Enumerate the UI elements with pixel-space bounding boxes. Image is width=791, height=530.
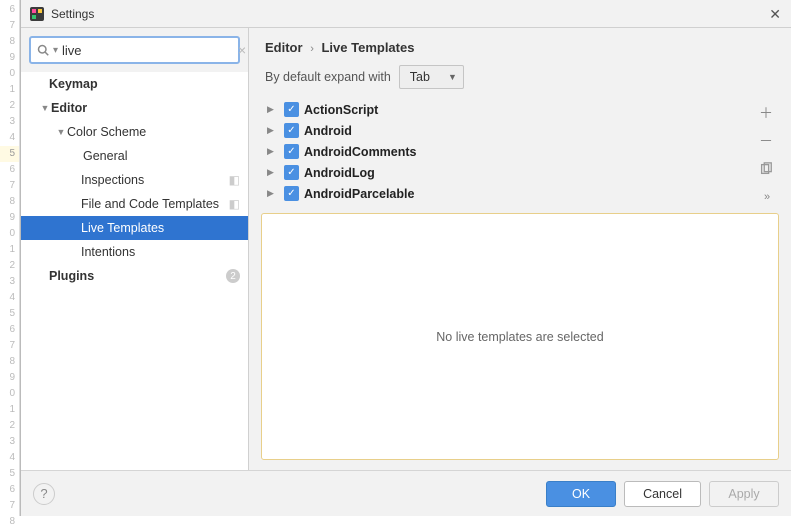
chevron-right-icon: ▶ <box>267 188 279 199</box>
expand-with-row: By default expand with Tab ▼ <box>249 61 791 99</box>
tree-item-general[interactable]: General <box>21 144 248 168</box>
search-icon <box>37 44 49 56</box>
breadcrumb-part: Live Templates <box>321 40 414 55</box>
project-level-icon: ◧ <box>229 197 240 211</box>
chevron-down-icon: ▼ <box>55 127 67 137</box>
template-group-row[interactable]: ▶ ✓ AndroidComments <box>261 141 753 162</box>
tree-item-color-scheme[interactable]: ▼Color Scheme <box>21 120 248 144</box>
copy-icon[interactable] <box>756 159 776 179</box>
chevron-down-icon: ▼ <box>448 72 457 82</box>
add-icon[interactable]: ＋ <box>756 103 776 123</box>
template-group-row[interactable]: ▶ ✓ ActionScript <box>261 99 753 120</box>
clear-search-icon[interactable]: × <box>238 42 246 58</box>
expand-with-label: By default expand with <box>265 70 391 84</box>
template-group-row[interactable]: ▶ ✓ AndroidLog <box>261 162 753 183</box>
breadcrumb-part[interactable]: Editor <box>265 40 303 55</box>
project-level-icon: ◧ <box>229 173 240 187</box>
tree-item-editor[interactable]: ▼Editor <box>21 96 248 120</box>
ok-button[interactable]: OK <box>546 481 616 507</box>
side-toolbar: ＋ － » <box>753 99 779 207</box>
breadcrumb: Editor › Live Templates <box>249 28 791 61</box>
settings-dialog: Settings ✕ ▾ × Keymap ▼Editor ▼Color Sch… <box>20 0 791 516</box>
close-icon[interactable]: ✕ <box>769 6 781 23</box>
expand-icon[interactable]: » <box>756 187 776 207</box>
group-checkbox[interactable]: ✓ <box>284 144 299 159</box>
group-name: ActionScript <box>304 103 378 117</box>
template-preview: No live templates are selected <box>261 213 779 460</box>
cancel-button[interactable]: Cancel <box>624 481 701 507</box>
plugins-update-badge: 2 <box>226 269 240 283</box>
titlebar: Settings ✕ <box>21 0 791 28</box>
chevron-right-icon: ▶ <box>267 125 279 136</box>
tree-item-intentions[interactable]: Intentions <box>21 240 248 264</box>
group-checkbox[interactable]: ✓ <box>284 186 299 201</box>
expand-with-combo[interactable]: Tab ▼ <box>399 65 464 89</box>
help-icon[interactable]: ? <box>33 483 55 505</box>
chevron-right-icon: ▶ <box>267 167 279 178</box>
content-panel: Editor › Live Templates By default expan… <box>249 28 791 470</box>
tree-item-inspections[interactable]: Inspections◧ <box>21 168 248 192</box>
settings-tree: Keymap ▼Editor ▼Color Scheme General Ins… <box>21 72 248 470</box>
chevron-down-icon: ▼ <box>39 103 51 113</box>
search-input[interactable] <box>62 43 238 58</box>
dialog-footer: ? OK Cancel Apply <box>21 470 791 516</box>
group-name: Android <box>304 124 352 138</box>
apply-button: Apply <box>709 481 779 507</box>
expand-with-value: Tab <box>410 70 430 84</box>
template-group-row[interactable]: ▶ ✓ AndroidParcelable <box>261 183 753 204</box>
editor-gutter: 678901234567890123456789012345678 <box>0 0 20 516</box>
search-options-icon[interactable]: ▾ <box>53 45 58 56</box>
tree-item-file-templates[interactable]: File and Code Templates◧ <box>21 192 248 216</box>
remove-icon[interactable]: － <box>756 131 776 151</box>
template-groups-list[interactable]: ▶ ✓ ActionScript ▶ ✓ Android ▶ ✓ AndroidComments… <box>261 99 753 207</box>
chevron-right-icon: › <box>310 43 314 55</box>
group-name: AndroidComments <box>304 145 417 159</box>
group-name: AndroidLog <box>304 166 375 180</box>
preview-empty-message: No live templates are selected <box>436 330 603 344</box>
group-checkbox[interactable]: ✓ <box>284 123 299 138</box>
group-checkbox[interactable]: ✓ <box>284 165 299 180</box>
chevron-right-icon: ▶ <box>267 104 279 115</box>
chevron-right-icon: ▶ <box>267 146 279 157</box>
template-group-row[interactable]: ▶ ✓ Android <box>261 120 753 141</box>
group-checkbox[interactable]: ✓ <box>284 102 299 117</box>
app-icon <box>29 6 45 22</box>
tree-item-live-templates[interactable]: Live Templates <box>21 216 248 240</box>
group-name: AndroidParcelable <box>304 187 414 201</box>
sidebar: ▾ × Keymap ▼Editor ▼Color Scheme General… <box>21 28 249 470</box>
tree-item-keymap[interactable]: Keymap <box>21 72 248 96</box>
search-box[interactable]: ▾ × <box>29 36 240 64</box>
window-title: Settings <box>51 7 94 21</box>
tree-item-plugins[interactable]: Plugins2 <box>21 264 248 288</box>
